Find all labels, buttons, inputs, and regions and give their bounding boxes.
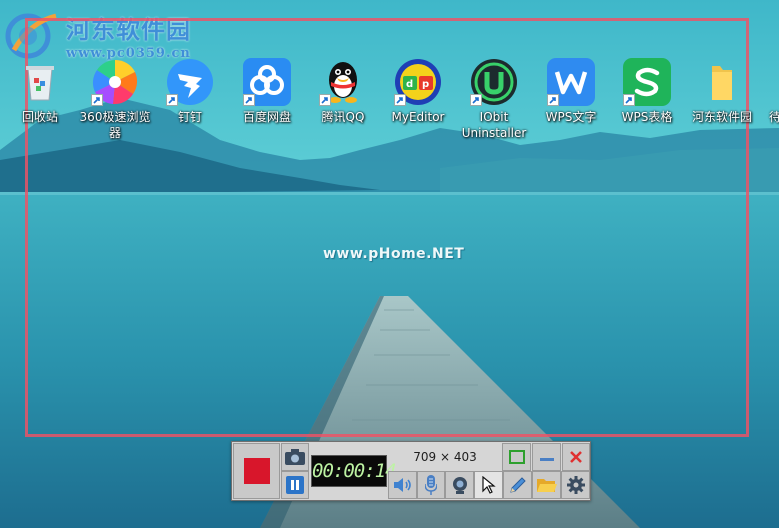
recording-timer: 00:00:14 bbox=[311, 455, 397, 487]
desktop-icon-label: IObit Uninstaller bbox=[461, 110, 527, 140]
shortcut-arrow-icon bbox=[319, 94, 331, 106]
desktop-icon-label: 回收站 bbox=[21, 110, 58, 124]
screenshot-button[interactable] bbox=[281, 443, 309, 471]
desktop-icon-partial[interactable]: 待 bbox=[743, 58, 779, 125]
desktop-icon-recycle-bin[interactable]: 回收站 bbox=[2, 58, 78, 125]
shortcut-arrow-icon bbox=[470, 94, 482, 106]
shortcut-arrow-icon bbox=[623, 94, 635, 106]
settings-button[interactable] bbox=[561, 471, 590, 499]
desktop-icon-myeditor[interactable]: d p MyEditor bbox=[380, 58, 456, 125]
desktop-icon-label: WPS文字 bbox=[545, 110, 597, 124]
desktop-icon-label: MyEditor bbox=[391, 110, 445, 124]
region-select-button[interactable] bbox=[502, 443, 531, 471]
desktop-icon-qq[interactable]: 腾讯QQ bbox=[305, 58, 381, 125]
close-icon bbox=[570, 451, 582, 463]
pause-icon bbox=[286, 476, 304, 494]
stop-square-icon bbox=[243, 458, 270, 484]
gear-icon bbox=[566, 476, 585, 494]
region-rectangle-icon bbox=[508, 450, 525, 464]
camera-icon bbox=[285, 449, 305, 465]
desktop-icon-label: 待 bbox=[769, 110, 779, 124]
desktop-icon-label: 腾讯QQ bbox=[321, 110, 365, 124]
desktop-icon-dingtalk[interactable]: 钉钉 bbox=[152, 58, 228, 125]
desktop-icon-wps-writer[interactable]: WPS文字 bbox=[533, 58, 609, 125]
pen-icon bbox=[509, 477, 526, 493]
webcam-toggle[interactable] bbox=[445, 471, 474, 499]
shortcut-arrow-icon bbox=[91, 94, 103, 106]
cursor-toggle[interactable] bbox=[474, 471, 503, 499]
microphone-toggle[interactable] bbox=[417, 471, 445, 499]
cursor-arrow-icon bbox=[481, 476, 496, 494]
desktop-icon-label: 百度网盘 bbox=[242, 110, 291, 124]
speaker-icon bbox=[393, 478, 411, 492]
stop-record-button[interactable] bbox=[233, 443, 280, 499]
shortcut-arrow-icon bbox=[547, 94, 559, 106]
minimize-icon bbox=[539, 458, 554, 461]
desktop-icon-label: WPS表格 bbox=[621, 110, 673, 124]
pen-draw-button[interactable] bbox=[503, 471, 532, 499]
recorder-toolbar: 00:00:14 709 × 403 bbox=[231, 441, 591, 501]
shortcut-arrow-icon bbox=[394, 94, 406, 106]
shortcut-arrow-icon bbox=[166, 94, 178, 106]
shortcut-arrow-icon bbox=[243, 94, 255, 106]
desktop-icon-360-browser[interactable]: 360极速浏览 器 bbox=[77, 58, 153, 141]
desktop-icon-wps-spreadsheet[interactable]: WPS表格 bbox=[609, 58, 685, 125]
svg-text:d: d bbox=[406, 79, 413, 90]
pause-button[interactable] bbox=[281, 471, 309, 499]
folder-open-icon bbox=[536, 479, 557, 492]
open-folder-button[interactable] bbox=[532, 471, 561, 499]
webcam-icon bbox=[452, 477, 467, 494]
speaker-toggle[interactable] bbox=[388, 471, 417, 499]
desktop-icon-baidu-netdisk[interactable]: 百度网盘 bbox=[229, 58, 305, 125]
minimize-button[interactable] bbox=[532, 443, 561, 471]
folder-icon bbox=[712, 66, 732, 100]
recycle-bin-icon bbox=[26, 66, 54, 101]
region-dimensions: 709 × 403 bbox=[413, 450, 477, 464]
svg-text:p: p bbox=[422, 79, 429, 90]
microphone-icon bbox=[425, 475, 437, 495]
close-button[interactable] bbox=[562, 443, 590, 471]
desktop-icon-label: 钉钉 bbox=[177, 110, 202, 124]
desktop-icon-label: 360极速浏览 器 bbox=[79, 110, 151, 140]
desktop-icon-iobit-uninstaller[interactable]: IObit Uninstaller bbox=[456, 58, 532, 141]
